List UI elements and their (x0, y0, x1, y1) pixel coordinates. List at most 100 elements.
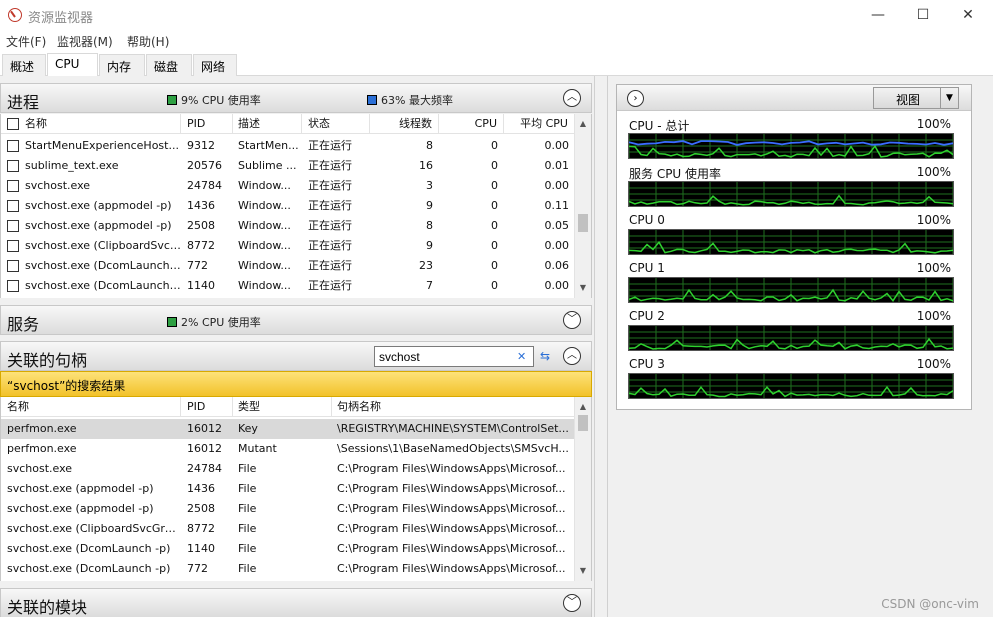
process-cell: StartMenuExperienceHost... (25, 139, 179, 152)
col-description[interactable]: 描述 (234, 114, 302, 134)
col-handle-name[interactable]: 句柄名称 (333, 397, 575, 417)
process-row[interactable]: sublime_text.exe 20576 Sublime ... 正在运行 16 0 0… (1, 156, 575, 176)
scroll-up-icon[interactable]: ▲ (575, 399, 591, 415)
services-header[interactable]: 服务 2% CPU 使用率 ﹀ (0, 305, 592, 335)
process-checkbox[interactable] (7, 160, 19, 172)
handle-cell: svchost.exe (7, 462, 73, 475)
tab-network[interactable]: 网络 (193, 54, 237, 76)
col-avg-cpu[interactable]: 平均 CPU (505, 114, 575, 134)
services-cpu-usage-text: 2% CPU 使用率 (181, 316, 261, 329)
handle-cell: 1436 (187, 482, 215, 495)
maximize-button[interactable]: ☐ (900, 0, 946, 30)
handles-search-input[interactable] (374, 346, 534, 367)
handle-row[interactable]: perfmon.exe 16012 Mutant \Sessions\1\BaseNa… (1, 439, 575, 459)
col-name[interactable]: 名称 (3, 397, 181, 417)
graph-scale: 100% (916, 117, 951, 131)
handle-row[interactable]: svchost.exe (ClipboardSvcGro... 8772 File C… (1, 519, 575, 539)
process-checkbox[interactable] (7, 280, 19, 292)
menu-help[interactable]: 帮助(H) (127, 33, 169, 50)
handles-header[interactable]: 关联的句柄 ✕ ⇆ ︿ (0, 341, 592, 371)
menu-file[interactable]: 文件(F) (6, 33, 46, 50)
cpu-graph (628, 277, 954, 303)
clear-search-icon[interactable]: ✕ (517, 350, 526, 363)
col-status[interactable]: 状态 (304, 114, 370, 134)
modules-header[interactable]: 关联的模块 ﹀ (0, 588, 592, 617)
process-row[interactable]: svchost.exe 24784 Window... 正在运行 3 0 0.00 (1, 176, 575, 196)
col-type[interactable]: 类型 (234, 397, 332, 417)
scroll-thumb[interactable] (578, 415, 588, 431)
tab-overview[interactable]: 概述 (2, 54, 46, 76)
process-checkbox[interactable] (7, 140, 19, 152)
process-row[interactable]: svchost.exe (DcomLaunch ... 1140 Window...… (1, 276, 575, 296)
process-cell: 16 (419, 159, 433, 172)
handle-cell: File (238, 462, 257, 475)
view-button[interactable]: 视图 ▼ (873, 87, 959, 109)
scroll-down-icon[interactable]: ▼ (575, 280, 591, 296)
handle-cell: svchost.exe (appmodel -p) (7, 482, 154, 495)
process-checkbox[interactable] (7, 180, 19, 192)
chevron-down-icon[interactable]: ﹀ (563, 594, 581, 612)
process-cell: 0 (491, 159, 498, 172)
col-name[interactable]: 名称 (21, 114, 181, 134)
tab-disk[interactable]: 磁盘 (146, 54, 192, 76)
tab-memory[interactable]: 内存 (99, 54, 145, 76)
process-checkbox[interactable] (7, 200, 19, 212)
scroll-up-icon[interactable]: ▲ (575, 116, 591, 132)
chevron-right-icon[interactable]: › (627, 90, 644, 107)
scroll-down-icon[interactable]: ▼ (575, 563, 591, 579)
chevron-down-icon[interactable]: ﹀ (563, 311, 581, 329)
close-button[interactable]: ✕ (945, 0, 991, 30)
pane-splitter[interactable] (594, 76, 608, 617)
process-row[interactable]: svchost.exe (DcomLaunch ... 772 Window... 正… (1, 256, 575, 276)
process-checkbox[interactable] (7, 220, 19, 232)
process-row[interactable]: svchost.exe (appmodel -p) 2508 Window... 正在… (1, 216, 575, 236)
handle-row[interactable]: svchost.exe (DcomLaunch -p) 772 File C:\Pro… (1, 559, 575, 579)
resource-monitor-icon (8, 8, 22, 22)
process-cell: 1436 (187, 199, 215, 212)
graph-scale: 100% (916, 165, 951, 179)
handle-cell: 1140 (187, 542, 215, 555)
dropdown-arrow-icon[interactable]: ▼ (940, 88, 958, 108)
menu-monitor[interactable]: 监视器(M) (57, 33, 113, 50)
chevron-up-icon[interactable]: ︿ (563, 347, 581, 365)
col-pid[interactable]: PID (183, 114, 233, 134)
handle-row[interactable]: perfmon.exe 16012 Key \REGISTRY\MACHINE\SYS… (1, 419, 575, 439)
cpu-graph (628, 325, 954, 351)
handle-cell: 16012 (187, 422, 222, 435)
col-pid[interactable]: PID (183, 397, 233, 417)
process-row[interactable]: svchost.exe (appmodel -p) 1436 Window... 正在… (1, 196, 575, 216)
process-cell: Window... (238, 259, 291, 272)
handle-row[interactable]: svchost.exe (appmodel -p) 2508 File C:\Prog… (1, 499, 575, 519)
tab-cpu[interactable]: CPU (47, 53, 98, 76)
process-cell: 正在运行 (308, 239, 352, 252)
minimize-button[interactable]: — (855, 0, 901, 30)
process-cell: 9 (426, 239, 433, 252)
col-threads[interactable]: 线程数 (371, 114, 439, 134)
process-row[interactable]: StartMenuExperienceHost... 9312 StartMen..… (1, 136, 575, 156)
process-cell: 0.01 (544, 159, 570, 172)
cpu-graph-canvas (628, 278, 954, 302)
process-cell: 1140 (187, 279, 215, 292)
handle-cell: \REGISTRY\MACHINE\SYSTEM\ControlSet... (337, 422, 569, 435)
watermark: CSDN @onc-vim (881, 597, 979, 611)
handles-scrollbar[interactable]: ▲ ▼ (574, 397, 591, 581)
process-checkbox[interactable] (7, 260, 19, 272)
handle-row[interactable]: svchost.exe (DcomLaunch -p) 1140 File C:\Pr… (1, 539, 575, 559)
process-row[interactable]: svchost.exe (ClipboardSvcG... 8772 Window.… (1, 236, 575, 256)
processes-scrollbar[interactable]: ▲ ▼ (574, 114, 591, 298)
process-cell: 2508 (187, 219, 215, 232)
chevron-up-icon[interactable]: ︿ (563, 89, 581, 107)
col-cpu[interactable]: CPU (440, 114, 504, 134)
processes-header[interactable]: 进程 9% CPU 使用率 63% 最大频率 ︿ (0, 83, 592, 113)
graph-label: 服务 CPU 使用率 (629, 167, 722, 181)
handle-cell: C:\Program Files\WindowsApps\Microsof... (337, 502, 566, 515)
handle-row[interactable]: svchost.exe (appmodel -p) 1436 File C:\Prog… (1, 479, 575, 499)
process-cell: Window... (238, 199, 291, 212)
process-cell: 0.00 (544, 139, 570, 152)
process-cell: 0 (491, 279, 498, 292)
select-all-checkbox[interactable] (7, 118, 19, 130)
handle-row[interactable]: svchost.exe 24784 File C:\Program Files\Win… (1, 459, 575, 479)
refresh-search-icon[interactable]: ⇆ (536, 346, 554, 367)
scroll-thumb[interactable] (578, 214, 588, 232)
process-checkbox[interactable] (7, 240, 19, 252)
